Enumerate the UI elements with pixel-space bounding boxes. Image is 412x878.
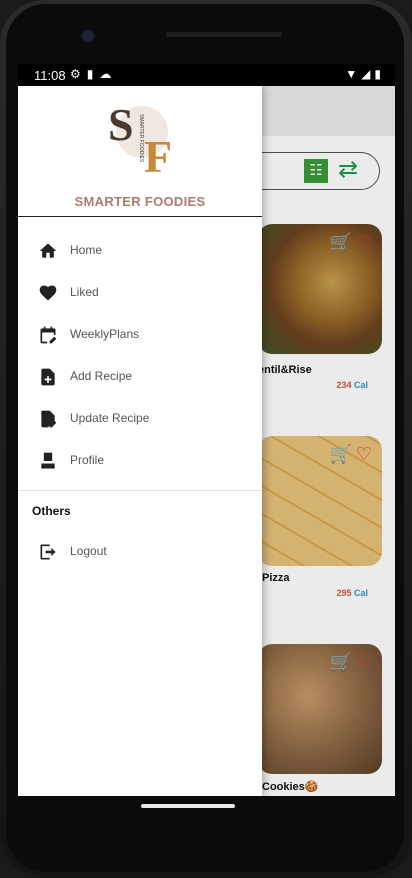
logout-icon [40,544,56,560]
status-left-icons: ⚙▮☁ [70,67,117,81]
menu-item-label: Liked [70,285,99,299]
cloud-icon: ☁ [99,67,118,81]
menu-item-label: Logout [70,544,107,558]
menu-item-label: Profile [70,453,105,467]
status-right-icons: ▼◢▮ [345,67,385,81]
menu-item-label: WeeklyPlans [70,327,140,341]
brand-name: SMARTER FOODIES [74,194,206,209]
signal-icon: ◢ [361,67,375,81]
sim-card-icon: ▮ [86,67,100,81]
menu-item-home[interactable]: Home [18,231,262,273]
menu-item-label: Home [70,243,103,257]
svg-text:F: F [144,131,172,178]
menu-item-weekly-plans[interactable]: WeeklyPlans [18,315,262,357]
menu-item-label: Add Recipe [70,369,133,383]
status-time: 11:08 [34,68,66,83]
add-document-icon [41,368,55,386]
calendar-edit-icon [40,326,57,344]
menu-item-logout[interactable]: Logout [18,532,262,574]
speaker-grille [166,32,282,37]
others-section-title: Others [32,504,71,518]
settings-icon: ⚙ [70,67,87,81]
screen: 11:08 ⚙▮☁ ▼◢▮ ☷ ⇄ 🛒 ♡ entil&Rise 234 Cal … [18,64,395,796]
logo-vertical-text: SMARTER FOODIES [138,114,144,163]
app-logo: S F SMARTER FOODIES [108,99,172,178]
section-divider [18,490,262,491]
status-bar: 11:08 ⚙▮☁ ▼◢▮ [18,64,395,86]
edit-document-icon [41,410,57,428]
menu-item-label: Update Recipe [70,411,150,425]
front-camera [80,28,96,44]
wifi-icon: ▼ [345,67,362,81]
menu-item-liked[interactable]: Liked [18,273,262,315]
person-icon [41,452,55,469]
gesture-nav-bar[interactable] [141,804,235,808]
menu-item-profile[interactable]: Profile [18,441,262,483]
navigation-drawer: S F SMARTER FOODIES SMARTER FOODIES Home… [18,86,262,796]
menu-item-update-recipe[interactable]: Update Recipe [18,399,262,441]
heart-icon [39,285,57,301]
home-icon [39,243,57,258]
battery-icon: ▮ [374,67,385,81]
menu-item-add-recipe[interactable]: Add Recipe [18,357,262,399]
header-divider [18,216,262,217]
svg-text:S: S [108,99,134,150]
